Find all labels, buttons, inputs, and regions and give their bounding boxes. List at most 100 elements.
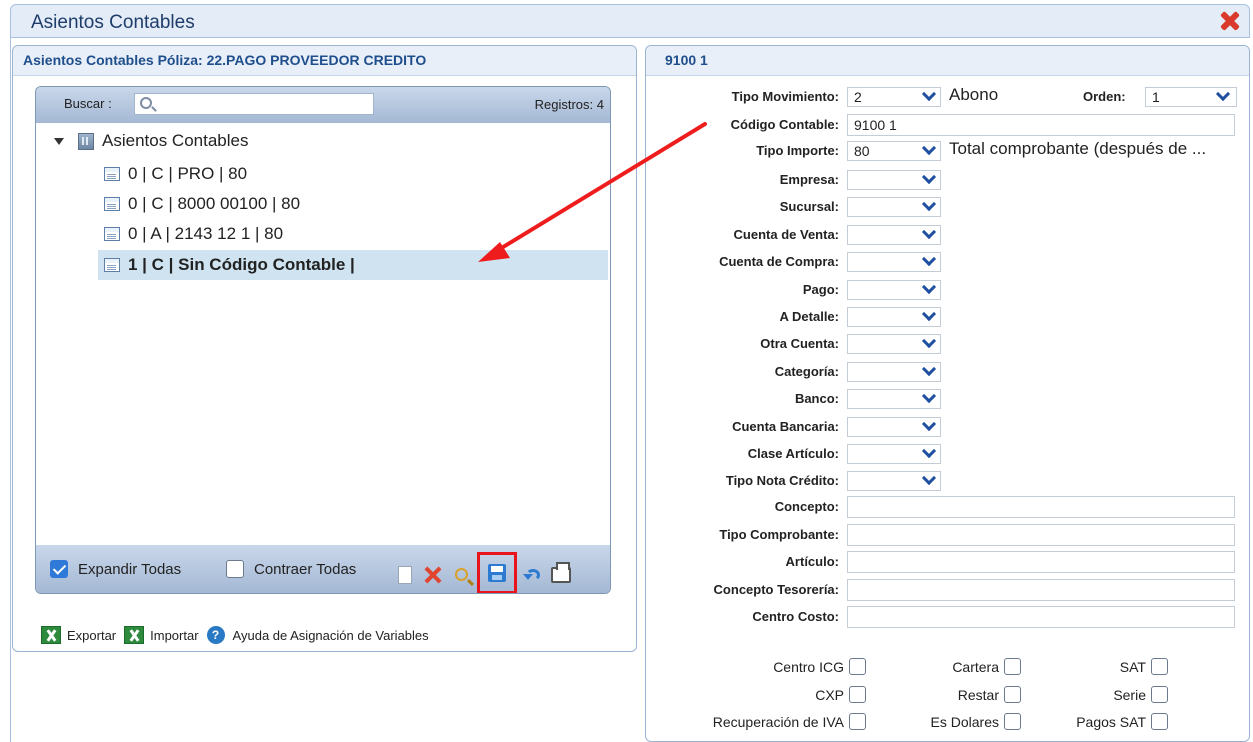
checkbox-unchecked[interactable]: [849, 658, 866, 675]
find-button[interactable]: [449, 562, 473, 588]
select-field[interactable]: [847, 334, 941, 355]
tree-item-label: 0 | C | 8000 00100 | 80: [128, 194, 301, 213]
select-field[interactable]: [847, 197, 941, 218]
select-field[interactable]: [847, 252, 941, 273]
delete-button[interactable]: [421, 562, 445, 588]
checkbox-unchecked[interactable]: [849, 686, 866, 703]
checkbox-unchecked[interactable]: [1004, 713, 1021, 730]
checkbox-label: Pagos SAT: [1076, 713, 1146, 730]
checkbox-unchecked[interactable]: [1151, 713, 1168, 730]
chevron-down-icon: [921, 86, 937, 102]
detail-panel: 9100 1 Tipo Movimiento: 2 Abono Orden: 1…: [645, 45, 1250, 742]
asientos-panel: Asientos Contables Póliza: 22.PAGO PROVE…: [12, 45, 637, 652]
recuperacion-iva-checkbox[interactable]: Recuperación de IVA: [713, 713, 866, 730]
tipo-movimiento-label: Tipo Movimiento:: [731, 89, 839, 104]
centro-icg-checkbox[interactable]: Centro ICG: [773, 658, 866, 675]
caret-down-icon[interactable]: [54, 137, 64, 145]
select-field[interactable]: [847, 443, 941, 464]
text-field-input[interactable]: [847, 551, 1235, 573]
checkbox-unchecked[interactable]: [1004, 686, 1021, 703]
text-field-input[interactable]: [847, 523, 1235, 546]
close-icon[interactable]: [1217, 9, 1241, 33]
orden-label: Orden:: [1083, 89, 1126, 104]
tree-item[interactable]: 0 | A | 2143 12 1 | 80: [98, 219, 283, 249]
text-field-input[interactable]: [847, 578, 1235, 601]
select-field-label: Tipo Nota Crédito:: [725, 473, 839, 489]
text-field-input[interactable]: [847, 496, 1235, 518]
print-button[interactable]: [549, 561, 573, 588]
import-link[interactable]: Importar: [150, 628, 198, 643]
tipo-importe-select[interactable]: 80: [847, 140, 941, 161]
chevron-down-icon: [921, 416, 937, 431]
window-border: [10, 38, 11, 742]
expand-all-checkbox[interactable]: Expandir Todas: [50, 560, 181, 578]
select-field[interactable]: [847, 361, 941, 382]
cxp-checkbox[interactable]: CXP: [815, 686, 866, 703]
save-button[interactable]: [477, 552, 517, 593]
checkbox-label: Recuperación de IVA: [712, 713, 844, 730]
undo-icon: [523, 568, 540, 581]
cartera-checkbox[interactable]: Cartera: [952, 658, 1021, 675]
help-link[interactable]: Ayuda de Asignación de Variables: [233, 628, 429, 643]
select-field[interactable]: [847, 471, 941, 492]
record-icon: [104, 197, 120, 211]
tree-root-label: Asientos Contables: [102, 131, 249, 150]
select-field[interactable]: [847, 306, 941, 327]
excel-icon[interactable]: [124, 626, 145, 644]
checkbox-label: Serie: [1113, 686, 1146, 703]
select-field-label: Pago:: [802, 281, 839, 297]
tree-item[interactable]: 0 | C | 8000 00100 | 80: [98, 189, 300, 219]
select-field[interactable]: [847, 416, 941, 437]
chevron-down-icon: [921, 140, 937, 156]
checkbox-label: SAT: [1119, 658, 1146, 675]
tipo-importe-note: Total comprobante (después de ...: [949, 139, 1207, 158]
checkbox-unchecked[interactable]: [1004, 658, 1021, 675]
detail-panel-header: 9100 1: [646, 46, 1249, 76]
search-field[interactable]: [134, 93, 374, 115]
text-field-label: Concepto Tesorería:: [713, 581, 839, 597]
checkbox-label: Restar: [957, 686, 999, 703]
tree-item[interactable]: 0 | C | PRO | 80: [98, 159, 247, 189]
codigo-contable-input[interactable]: 9100 1: [847, 114, 1235, 136]
restar-checkbox[interactable]: Restar: [958, 686, 1021, 703]
checkbox-unchecked[interactable]: [1151, 658, 1168, 675]
select-field-label: Empresa:: [779, 172, 839, 187]
record-icon: [104, 167, 120, 181]
tree-body: Asientos Contables 0 | C | PRO | 80 0 | …: [36, 123, 610, 543]
select-field[interactable]: [847, 224, 941, 245]
orden-value: 1: [1152, 89, 1160, 105]
undo-button[interactable]: [521, 562, 545, 588]
select-field[interactable]: [847, 279, 941, 300]
checkbox-checked[interactable]: [50, 560, 68, 578]
select-field[interactable]: [847, 169, 941, 190]
select-field-label: Otra Cuenta:: [760, 336, 839, 352]
select-field[interactable]: [847, 389, 941, 410]
app-root: Asientos Contables Asientos Contables Pó…: [0, 0, 1253, 742]
tree-item-selected[interactable]: 1 | C | Sin Código Contable |: [98, 250, 608, 280]
serie-checkbox[interactable]: Serie: [1113, 686, 1168, 703]
tipo-movimiento-select[interactable]: 2: [847, 86, 941, 107]
export-link[interactable]: Exportar: [67, 628, 116, 643]
checkbox-unchecked[interactable]: [1151, 686, 1168, 703]
es-dolares-checkbox[interactable]: Es Dolares: [931, 713, 1021, 730]
tree-root-node[interactable]: Asientos Contables: [54, 131, 248, 151]
help-icon[interactable]: ?: [206, 626, 225, 644]
excel-icon[interactable]: [41, 626, 61, 644]
search-input[interactable]: [159, 96, 369, 112]
checkbox-unchecked[interactable]: [226, 560, 244, 578]
text-field-input[interactable]: [847, 606, 1235, 628]
sat-checkbox[interactable]: SAT: [1120, 658, 1168, 675]
collapse-all-label: Contraer Todas: [254, 560, 357, 578]
record-icon: [104, 258, 120, 272]
orden-select[interactable]: 1: [1145, 86, 1237, 107]
search-label: Buscar :: [64, 96, 112, 111]
pagos-sat-checkbox[interactable]: Pagos SAT: [1076, 713, 1168, 730]
chevron-down-icon: [921, 252, 937, 267]
text-field-label: Tipo Comprobante:: [719, 526, 839, 542]
window-title-bar: Asientos Contables: [10, 4, 1250, 38]
collapse-all-checkbox[interactable]: Contraer Todas: [226, 560, 356, 578]
chevron-down-icon: [921, 197, 937, 212]
checkbox-unchecked[interactable]: [849, 713, 866, 730]
new-button[interactable]: [393, 562, 417, 588]
chevron-down-icon: [921, 361, 937, 376]
